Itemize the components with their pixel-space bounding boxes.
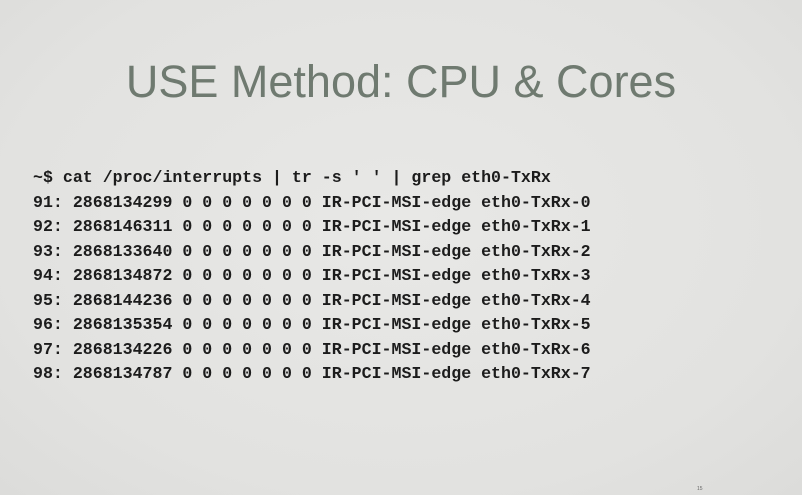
terminal-output: ~$ cat /proc/interrupts | tr -s ' ' | gr… bbox=[33, 166, 591, 387]
terminal-output-line: 92: 2868146311 0 0 0 0 0 0 0 IR-PCI-MSI-… bbox=[33, 217, 591, 236]
terminal-output-line: 97: 2868134226 0 0 0 0 0 0 0 IR-PCI-MSI-… bbox=[33, 339, 591, 359]
slide-number: 15 bbox=[697, 486, 703, 492]
slide-title: USE Method: CPU & Cores bbox=[125, 56, 677, 107]
terminal-output-line: 93: 2868133640 0 0 0 0 0 0 0 IR-PCI-MSI-… bbox=[33, 241, 591, 261]
terminal-output-line: 98: 2868134787 0 0 0 0 0 0 0 IR-PCI-MSI-… bbox=[33, 364, 591, 383]
terminal-output-line: 95: 2868144236 0 0 0 0 0 0 0 IR-PCI-MSI-… bbox=[33, 290, 591, 310]
terminal-output-line: 94: 2868134872 0 0 0 0 0 0 0 IR-PCI-MSI-… bbox=[33, 266, 591, 285]
terminal-output-line: 91: 2868134299 0 0 0 0 0 0 0 IR-PCI-MSI-… bbox=[33, 192, 591, 212]
terminal-output-line: 96: 2868135354 0 0 0 0 0 0 0 IR-PCI-MSI-… bbox=[33, 315, 591, 334]
presentation-slide: USE Method: CPU & Cores ~$ cat /proc/int… bbox=[0, 0, 802, 495]
terminal-command-line: ~$ cat /proc/interrupts | tr -s ' ' | gr… bbox=[33, 168, 551, 187]
